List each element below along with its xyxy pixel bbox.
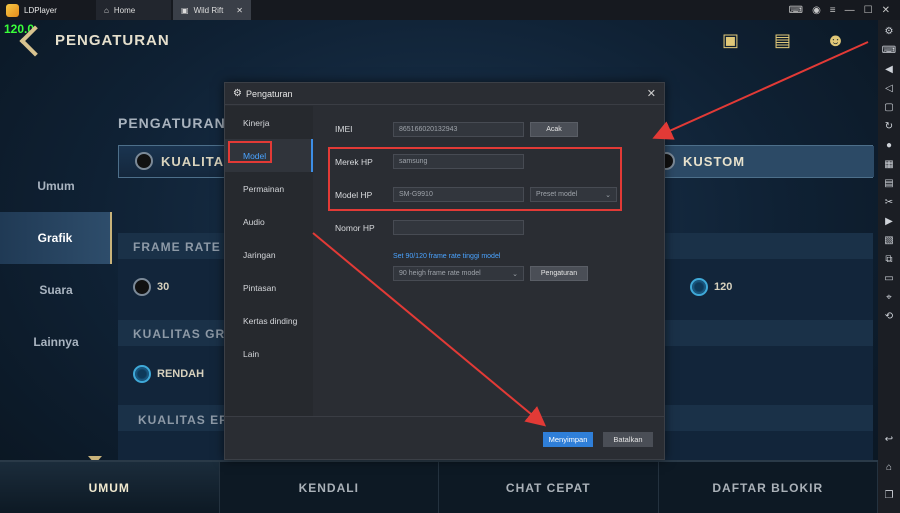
tab-home[interactable]: ⌂ Home	[96, 0, 171, 20]
tab-close-icon[interactable]: ✕	[236, 6, 243, 15]
dialog-gear-icon: ⚙	[233, 88, 242, 99]
chat-icon[interactable]: ▤	[774, 30, 791, 51]
emulator-toolbar: ⚙ ⌨ ◀ ◁ ▢ ↻ ● ▦ ▤ ✂ ▶ ▧ ⧉ ▭ ⌖ ⟲ ↩ ⌂ ❐	[878, 20, 900, 513]
page-title: PENGATURAN	[55, 32, 170, 49]
quality-right-label: KUSTOM	[683, 153, 746, 169]
friends-icon[interactable]: ☻	[826, 30, 845, 51]
radio-selected-icon	[133, 365, 151, 383]
bottom-tab-chat-cepat[interactable]: CHAT CEPAT	[439, 462, 659, 513]
frame-rate-30[interactable]: 30	[133, 278, 169, 296]
quality-left-label: KUALITAS	[161, 153, 234, 169]
phone-input[interactable]	[393, 220, 524, 235]
frame-rate-low-label: 30	[157, 281, 170, 293]
imei-input[interactable]: 865166020132943	[393, 122, 524, 137]
graphics-value-label: RENDAH	[157, 368, 205, 380]
multi-instance-icon[interactable]: ⧉	[882, 252, 896, 266]
side-nav-suara[interactable]: Suara	[0, 264, 112, 316]
video-icon[interactable]: ▶	[882, 214, 896, 228]
chevron-down-icon: ⌄	[512, 270, 518, 278]
menu-item-jaringan[interactable]: Jaringan	[225, 238, 313, 271]
tab-wild-rift[interactable]: ▣ Wild Rift ✕	[173, 0, 251, 20]
save-button[interactable]: Menyimpan	[543, 432, 593, 447]
home-icon: ⌂	[104, 5, 109, 15]
settings-gear-icon[interactable]: ⚙	[882, 24, 896, 38]
frame-rate-label: FRAME RATE	[133, 240, 221, 254]
game-icon: ▣	[181, 5, 189, 15]
side-nav-grafik[interactable]: Grafik	[0, 212, 112, 264]
randomize-imei-button[interactable]: Acak	[530, 122, 578, 137]
gamepad-icon[interactable]: ⌨	[789, 5, 803, 16]
effects-quality-label: KUALITAS EFE	[138, 413, 237, 427]
volume-down-icon[interactable]: ◁	[882, 81, 896, 95]
quality-option-custom[interactable]: KUSTOM	[657, 152, 745, 170]
framerate-settings-button[interactable]: Pengaturan	[530, 266, 588, 281]
record-icon[interactable]: ●	[882, 138, 896, 152]
framerate-select[interactable]: 90 heigh frame rate model ⌄	[393, 266, 524, 281]
radio-selected-icon	[690, 278, 708, 296]
emulator-titlebar: LDPlayer ⌂ Home ▣ Wild Rift ✕ ⌨ ◉ ≡ — ☐ ✕	[0, 0, 900, 20]
quality-option-left[interactable]: KUALITAS	[135, 152, 234, 170]
location-icon[interactable]: ⌖	[882, 290, 896, 304]
dialog-close-icon[interactable]: ✕	[647, 87, 656, 100]
ldplayer-logo-icon	[6, 3, 19, 17]
sync-icon[interactable]: ↻	[882, 119, 896, 133]
keyboard-icon[interactable]: ⌨	[882, 43, 896, 57]
graphics-quality-low[interactable]: RENDAH	[133, 365, 204, 383]
bottom-tabs: UMUM KENDALI CHAT CEPAT DAFTAR BLOKIR	[0, 460, 878, 513]
menu-icon[interactable]: ≡	[830, 5, 836, 16]
framerate-select-label: 90 heigh frame rate model	[399, 270, 481, 277]
back-icon[interactable]: ↩	[882, 432, 896, 446]
menu-item-audio[interactable]: Audio	[225, 205, 313, 238]
folder-icon[interactable]: ▭	[882, 271, 896, 285]
minimize-icon[interactable]: —	[845, 5, 855, 16]
toolbar-bottom: ↩ ⌂ ❐	[882, 432, 896, 507]
frame-rate-high-label: 120	[714, 281, 733, 293]
menu-item-permainan[interactable]: Permainan	[225, 172, 313, 205]
side-nav-lainnya[interactable]: Lainnya	[0, 316, 112, 368]
radio-icon	[133, 278, 151, 296]
framerate-link[interactable]: Set 90/120 frame rate tinggi model	[393, 253, 500, 260]
window-controls: ⌨ ◉ ≡ — ☐ ✕	[789, 5, 900, 16]
maximize-icon[interactable]: ☐	[864, 5, 873, 16]
screenshot-icon[interactable]: ▢	[882, 100, 896, 114]
side-nav-umum[interactable]: Umum	[0, 160, 112, 212]
game-side-nav: Umum Grafik Suara Lainnya	[0, 160, 112, 368]
cancel-button[interactable]: Batalkan	[603, 432, 653, 447]
app-name: LDPlayer	[24, 5, 57, 15]
mission-icon[interactable]: ▣	[722, 30, 739, 51]
bottom-tab-umum[interactable]: UMUM	[0, 462, 220, 513]
graphics-quality-label: KUALITAS GRA	[133, 327, 235, 341]
frame-rate-120[interactable]: 120	[690, 278, 732, 296]
operation-record-icon[interactable]: ▧	[882, 233, 896, 247]
menu-item-kertas-dinding[interactable]: Kertas dinding	[225, 304, 313, 337]
dialog-header: ⚙ Pengaturan	[225, 83, 664, 105]
phone-label: Nomor HP	[335, 223, 375, 233]
volume-up-icon[interactable]: ◀	[882, 62, 896, 76]
rotate-icon[interactable]: ⟲	[882, 309, 896, 323]
tab-game-label: Wild Rift	[193, 5, 224, 15]
imei-label: IMEI	[335, 124, 353, 134]
menu-item-kinerja[interactable]: Kinerja	[225, 106, 313, 139]
menu-item-lain[interactable]: Lain	[225, 337, 313, 370]
tab-home-label: Home	[113, 5, 136, 15]
shared-folder-icon[interactable]: ▤	[882, 176, 896, 190]
dialog-footer: Menyimpan Batalkan	[225, 416, 664, 460]
account-icon[interactable]: ◉	[812, 5, 821, 16]
bottom-tab-kendali[interactable]: KENDALI	[220, 462, 439, 513]
recent-apps-icon[interactable]: ❐	[882, 488, 896, 502]
highlight-box-model-menu	[228, 141, 272, 163]
menu-item-pintasan[interactable]: Pintasan	[225, 271, 313, 304]
settings-dialog: ⚙ Pengaturan ✕ Kinerja Model Permainan A…	[224, 82, 665, 460]
radio-icon	[135, 152, 153, 170]
highlight-box-device-fields	[328, 147, 622, 211]
scissors-icon[interactable]: ✂	[882, 195, 896, 209]
home-button-icon[interactable]: ⌂	[882, 460, 896, 474]
section-title: PENGATURAN	[118, 115, 226, 131]
bottom-tab-daftar-blokir[interactable]: DAFTAR BLOKIR	[659, 462, 878, 513]
apk-install-icon[interactable]: ▦	[882, 157, 896, 171]
dialog-title: Pengaturan	[245, 88, 293, 99]
close-window-icon[interactable]: ✕	[882, 5, 890, 16]
